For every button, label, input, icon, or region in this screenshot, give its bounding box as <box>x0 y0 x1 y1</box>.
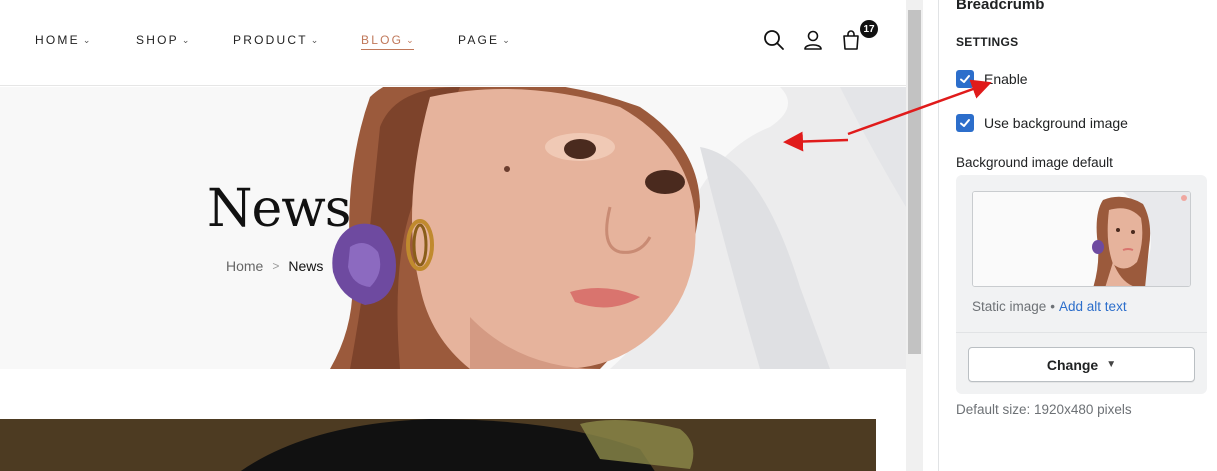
image-type: Static image <box>972 299 1047 314</box>
account-icon[interactable] <box>801 28 825 52</box>
add-alt-text-link[interactable]: Add alt text <box>1059 299 1127 314</box>
enable-checkbox[interactable] <box>956 70 974 88</box>
panel-title: Breadcrumb <box>956 0 1045 13</box>
section-heading: SETTINGS <box>956 35 1019 49</box>
nav-item-label: BLOG <box>361 33 404 47</box>
caret-down-icon: ▼ <box>1106 359 1117 370</box>
hero-background-image <box>0 87 906 369</box>
breadcrumb-hero: News Home > News <box>0 87 906 369</box>
chevron-right-icon: > <box>272 259 280 273</box>
store-preview: HOME ⌄ SHOP ⌄ PRODUCT ⌄ BLOG ⌄ PAGE ⌄ 17… <box>0 0 906 471</box>
background-image-label: Background image default <box>956 155 1113 170</box>
image-picker-card: Static image • Add alt text Change ▼ <box>956 175 1207 394</box>
chevron-down-icon: ⌄ <box>181 34 190 45</box>
checkmark-icon <box>960 119 970 127</box>
chevron-down-icon: ⌄ <box>502 34 510 45</box>
change-button-label: Change <box>1046 356 1099 373</box>
chevron-down-icon: ⌄ <box>406 34 414 45</box>
thumbnail-photo <box>973 192 1190 286</box>
meta-separator: • <box>1050 299 1056 314</box>
breadcrumb-current: News <box>288 258 324 274</box>
page-title: News <box>207 179 351 239</box>
cart-count-badge: 17 <box>860 20 878 38</box>
search-icon[interactable] <box>762 28 786 52</box>
nav-item-label: SHOP <box>136 33 179 47</box>
image-size-help: Default size: 1920x480 pixels <box>956 402 1132 417</box>
blog-post-photo <box>0 419 876 471</box>
checkmark-icon <box>960 75 970 83</box>
background-image-thumbnail[interactable] <box>972 191 1191 287</box>
enable-label: Enable <box>984 71 1028 87</box>
nav-item-label: HOME <box>35 33 80 47</box>
use-background-image-row[interactable]: Use background image <box>956 114 1128 132</box>
use-background-image-label: Use background image <box>984 115 1128 131</box>
nav-item-home[interactable]: HOME ⌄ <box>35 33 90 47</box>
nav-item-label: PAGE <box>458 33 500 47</box>
nav-item-page[interactable]: PAGE ⌄ <box>458 33 510 47</box>
use-background-image-checkbox[interactable] <box>956 114 974 132</box>
scrollbar-thumb[interactable] <box>908 10 921 354</box>
chevron-down-icon: ⌄ <box>310 34 319 45</box>
nav-item-blog[interactable]: BLOG ⌄ <box>361 33 414 50</box>
breadcrumb-home-link[interactable]: Home <box>226 258 263 274</box>
image-meta: Static image • Add alt text <box>972 299 1127 314</box>
change-image-button[interactable]: Change ▼ <box>968 347 1195 382</box>
blog-post-image[interactable] <box>0 419 876 471</box>
breadcrumb: Home > News <box>226 258 323 274</box>
card-divider <box>956 332 1207 333</box>
nav-item-label: PRODUCT <box>233 33 308 47</box>
nav-item-product[interactable]: PRODUCT ⌄ <box>233 33 318 47</box>
nav-item-shop[interactable]: SHOP ⌄ <box>136 33 189 47</box>
chevron-down-icon: ⌄ <box>82 34 91 45</box>
settings-panel: Breadcrumb SETTINGS Enable Use backgroun… <box>939 0 1217 471</box>
enable-checkbox-row[interactable]: Enable <box>956 70 1028 88</box>
preview-scrollbar[interactable] <box>906 0 923 471</box>
header-nav: HOME ⌄ SHOP ⌄ PRODUCT ⌄ BLOG ⌄ PAGE ⌄ 17 <box>0 0 906 86</box>
